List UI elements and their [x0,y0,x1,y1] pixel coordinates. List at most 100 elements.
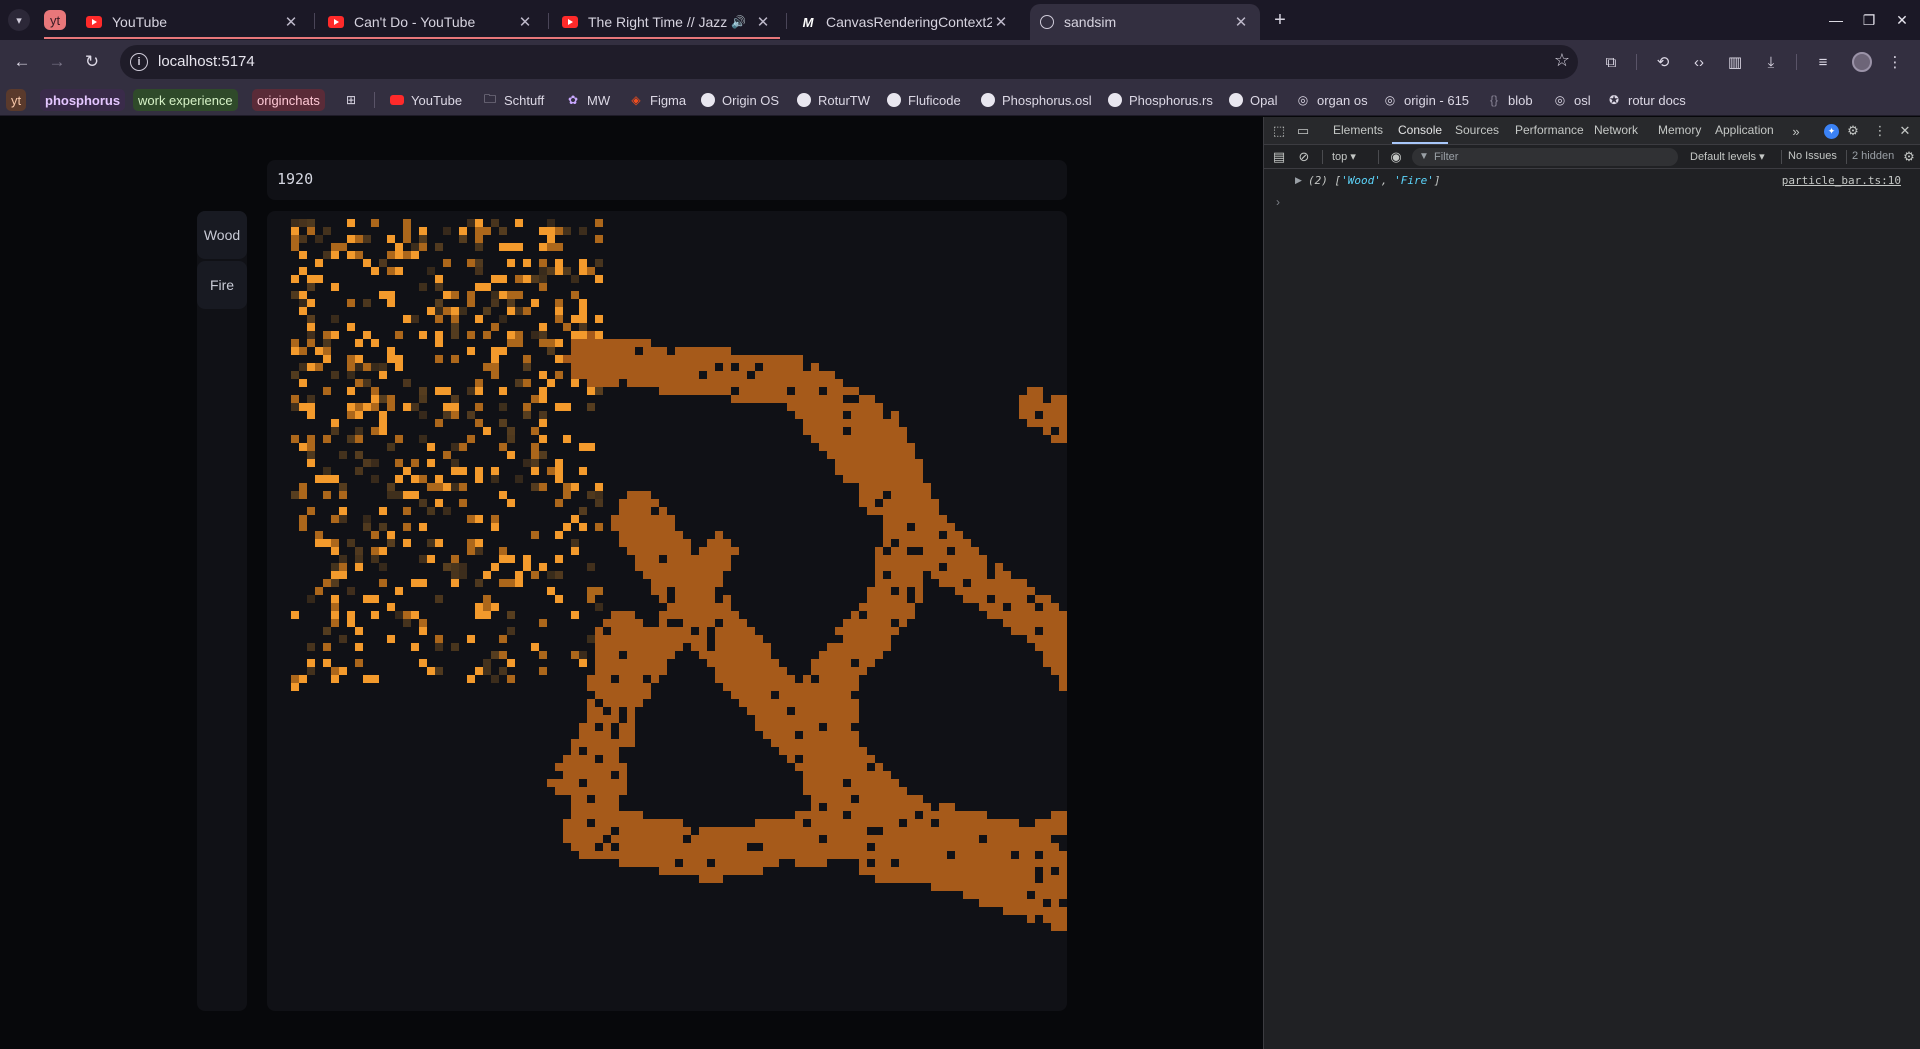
particle [611,779,619,787]
forward-arrow-icon[interactable]: → [45,50,69,74]
bookmark-origin-615[interactable]: ◎ origin - 615 [1382,89,1469,111]
particle [635,811,643,819]
expand-arrow-icon[interactable]: ▶ [1295,175,1302,186]
clear-console-icon[interactable]: ⊘ [1295,148,1313,166]
devtools-tab-memory[interactable]: Memory [1658,123,1701,137]
console-log-entry[interactable]: ▶ (2) ['Wood', 'Fire'] particle_bar.ts:1… [1264,169,1920,191]
tab-group-chip[interactable]: yt [44,10,66,30]
bookmark-group-yt[interactable]: yt [6,89,27,111]
site-info-icon[interactable]: i [130,53,148,71]
new-tab-button[interactable]: + [1268,8,1292,32]
close-icon[interactable]: ✕ [516,13,534,31]
console-filter-input[interactable]: ▼ Filter [1412,148,1678,166]
bookmark-group-work-experience[interactable]: work experience [133,89,238,111]
particle [907,827,915,835]
tab-search-icon[interactable]: ▾ [8,9,30,31]
particle [323,539,331,547]
tab-title: The Right Time // Jazz En [588,14,731,30]
media-controls-icon[interactable]: ≡ [1812,51,1834,73]
window-close-icon[interactable]: ✕ [1891,9,1913,31]
bookmark-youtube[interactable]: YouTube [389,89,462,111]
particle [883,867,891,875]
console-settings-gear-icon[interactable]: ⚙ [1900,148,1918,166]
particle [691,363,699,371]
maximize-icon[interactable]: ❐ [1858,9,1880,31]
element-button-fire[interactable]: Fire [197,261,247,309]
bookmark-mw[interactable]: ✿ MW [565,89,610,111]
particle [923,539,931,547]
bookmark-organ-os[interactable]: ◎ organ os [1295,89,1368,111]
element-button-wood[interactable]: Wood [197,211,247,259]
console-prompt[interactable]: › [1276,195,1280,209]
devtools-tab-application[interactable]: Application [1715,123,1774,137]
live-expression-eye-icon[interactable]: ◉ [1387,148,1405,166]
ai-assistance-icon[interactable]: ✦ [1824,124,1839,139]
device-toolbar-icon[interactable]: ▭ [1294,122,1312,140]
settings-gear-icon[interactable]: ⚙ [1844,122,1862,140]
history-icon[interactable]: ⟲ [1652,51,1674,73]
devtools-tab-elements[interactable]: Elements [1333,123,1383,137]
bookmark-fluficode[interactable]: Fluficode [886,89,961,111]
close-icon[interactable]: ✕ [754,13,772,31]
bookmark-phosphorus-osl[interactable]: Phosphorus.osl [980,89,1092,111]
bookmark-blob[interactable]: {} blob [1486,89,1533,111]
particle [619,763,627,771]
bookmark-schtuff[interactable]: 🗀 Schtuff [482,89,544,111]
particle [627,843,635,851]
bookmark-figma[interactable]: ◈ Figma [628,89,686,111]
tab-canvas-docs[interactable]: M CanvasRenderingContext2D ✕ [790,4,1020,40]
devtools-tab-network[interactable]: Network [1594,123,1638,137]
address-bar[interactable]: i localhost:5174 ☆ [120,45,1578,79]
tab-youtube[interactable]: YouTube ✕ [76,4,310,40]
close-icon[interactable]: ✕ [992,13,1010,31]
apps-grid-icon[interactable]: ⊞ [343,89,365,111]
devtools-close-icon[interactable]: ✕ [1896,122,1914,140]
bookmark-opal[interactable]: Opal [1228,89,1277,111]
bookmark-rotur-docs[interactable]: ✪ rotur docs [1606,89,1686,111]
tab-sandsim[interactable]: sandsim ✕ [1030,4,1260,40]
reload-icon[interactable]: ↻ [80,50,104,74]
bookmark-osl[interactable]: ◎ osl [1552,89,1591,111]
particle [539,411,547,419]
devtools-code-icon[interactable]: ‹› [1688,51,1710,73]
bookmark-origin-os[interactable]: Origin OS [700,89,779,111]
close-icon[interactable]: ✕ [1232,13,1250,31]
bookmark-group-originchats[interactable]: originchats [252,89,325,111]
particle [843,835,851,843]
inspect-element-icon[interactable]: ⬚ [1270,122,1288,140]
devtools-menu-icon[interactable]: ⋮ [1871,122,1889,140]
tab-cant-do[interactable]: Can't Do - YouTube ✕ [318,4,544,40]
bookmark-star-icon[interactable]: ☆ [1554,50,1570,71]
particle [587,595,595,603]
close-icon[interactable]: ✕ [282,13,300,31]
bookmark-group-phosphorus[interactable]: phosphorus [40,89,126,111]
particle [1027,859,1035,867]
bookmark-roturtw[interactable]: RoturTW [796,89,870,111]
profile-avatar[interactable] [1852,52,1872,72]
minimize-icon[interactable]: — [1825,9,1847,31]
bookmark-phosphorus-rs[interactable]: Phosphorus.rs [1107,89,1213,111]
particle [747,859,755,867]
particle [579,267,587,275]
devtools-tab-performance[interactable]: Performance [1515,123,1584,137]
devtools-tab-sources[interactable]: Sources [1455,123,1499,137]
simulation-canvas[interactable] [267,211,1067,1011]
particle [1051,627,1059,635]
back-arrow-icon[interactable]: ← [10,50,34,74]
more-tabs-icon[interactable]: » [1787,122,1805,140]
extensions-icon[interactable]: ⧉ [1600,51,1622,73]
side-panel-icon[interactable]: ▥ [1724,51,1746,73]
context-selector[interactable]: top ▾ [1332,150,1356,163]
particle [443,451,451,459]
speaker-icon[interactable]: 🔊 [731,15,746,29]
sidebar-toggle-icon[interactable]: ▤ [1270,148,1288,166]
log-levels-dropdown[interactable]: Default levels ▾ [1690,150,1765,163]
issues-indicator[interactable]: No Issues [1788,150,1837,162]
log-source-link[interactable]: particle_bar.ts:10 [1782,174,1901,187]
menu-kebab-icon[interactable]: ⋮ [1884,51,1906,73]
download-icon[interactable]: ⤓ [1760,51,1782,73]
particle [1027,915,1035,923]
devtools-tab-console[interactable]: Console [1398,123,1442,137]
particle [571,779,579,787]
tab-right-time[interactable]: The Right Time // Jazz En 🔊 ✕ [552,4,782,40]
